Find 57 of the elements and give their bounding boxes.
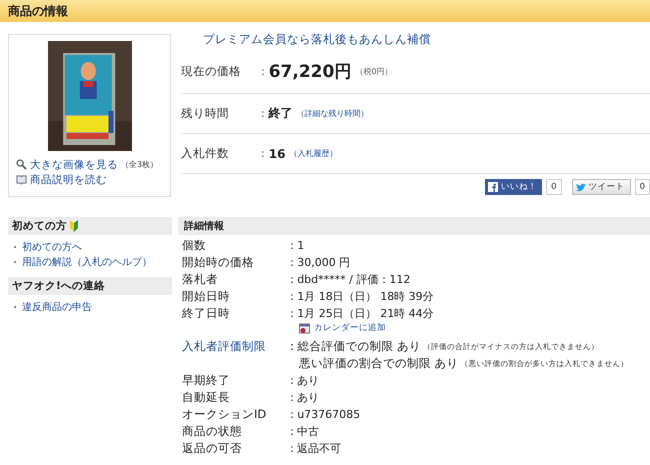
link[interactable]: 大きな画像を見る xyxy=(30,158,118,172)
field-label: 終了日時 xyxy=(181,305,231,322)
image-count: （全3枚） xyxy=(121,159,158,170)
field-value: 悪い評価の割合での制限 あり xyxy=(299,356,459,371)
field-label: 残り時間 xyxy=(181,106,230,121)
link[interactable]: 商品説明を読む xyxy=(30,172,107,186)
detail-link[interactable]: （詳細な残り時間） xyxy=(296,108,369,119)
bird-icon xyxy=(576,182,587,192)
field-value: 16 xyxy=(268,146,286,160)
sidebar-title: 初めての方 xyxy=(12,219,67,233)
beginner-mark-icon xyxy=(69,220,79,232)
field-value: : 総合評価での制限 あり xyxy=(290,339,422,354)
field-value: : 30,000 円 xyxy=(290,255,350,270)
field-value: : 返品不可 xyxy=(290,441,342,456)
field-label: 開始日時 xyxy=(181,288,231,305)
sidebar-link[interactable]: 初めての方へ xyxy=(22,240,82,254)
sidebar-title: ヤフオク!への連絡 xyxy=(12,279,105,293)
field-label: 商品の状態 xyxy=(181,423,243,440)
premium-link[interactable]: プレミアム会員なら落札後もあんしん補償 xyxy=(203,32,650,50)
calendar-link[interactable]: カレンダーに追加 xyxy=(314,322,386,334)
sidebar-link[interactable]: 用語の解説（入札のヘルプ） xyxy=(22,255,152,269)
sidebar-link[interactable]: 違反商品の申告 xyxy=(22,300,92,314)
tweet-button[interactable]: ツイート xyxy=(572,179,631,195)
field-label: 返品の可否 xyxy=(181,440,243,457)
field-value: : 1 xyxy=(290,239,304,252)
field-value: : 1月 25日（日） 21時 44分 xyxy=(290,306,434,321)
tax-note: （税0円） xyxy=(355,66,392,77)
field-label: 開始時の価格 xyxy=(181,254,255,271)
book-icon xyxy=(16,174,27,185)
field-value: : u73767085 xyxy=(290,408,360,421)
field-value: 67,220円 xyxy=(268,61,352,83)
like-button[interactable]: いいね！ xyxy=(485,179,542,195)
details-title: 詳細情報 xyxy=(184,220,224,233)
colon: : xyxy=(261,65,265,78)
search-icon xyxy=(16,159,27,170)
colon: : xyxy=(261,107,265,120)
field-label: オークションID xyxy=(181,406,268,423)
section-title: 商品の情報 xyxy=(8,2,68,20)
field-label: 早期終了 xyxy=(181,372,231,389)
calendar-icon xyxy=(299,322,311,334)
facebook-icon xyxy=(488,182,498,192)
field-value: : 中古 xyxy=(290,424,320,439)
field-label: 入札件数 xyxy=(181,146,230,161)
field-label: 現在の価格 xyxy=(181,64,242,79)
field-value: : あり xyxy=(290,373,320,388)
field-label: 個数 xyxy=(181,237,207,254)
field-value: 終了 xyxy=(268,105,293,122)
field-label: 落札者 xyxy=(181,271,219,288)
detail-link[interactable]: （入札履歴） xyxy=(289,148,338,159)
tweet-count: 0 xyxy=(634,179,650,195)
field-label: 自動延長 xyxy=(181,389,231,406)
like-count: 0 xyxy=(546,179,562,195)
colon: : xyxy=(261,147,265,160)
field-value: : dbd***** / 評価：112 xyxy=(290,272,410,287)
field-value: : あり xyxy=(290,390,320,405)
field-value: : 1月 18日（日） 18時 39分 xyxy=(290,289,434,304)
label-link[interactable]: 入札者評価制限 xyxy=(178,338,290,355)
